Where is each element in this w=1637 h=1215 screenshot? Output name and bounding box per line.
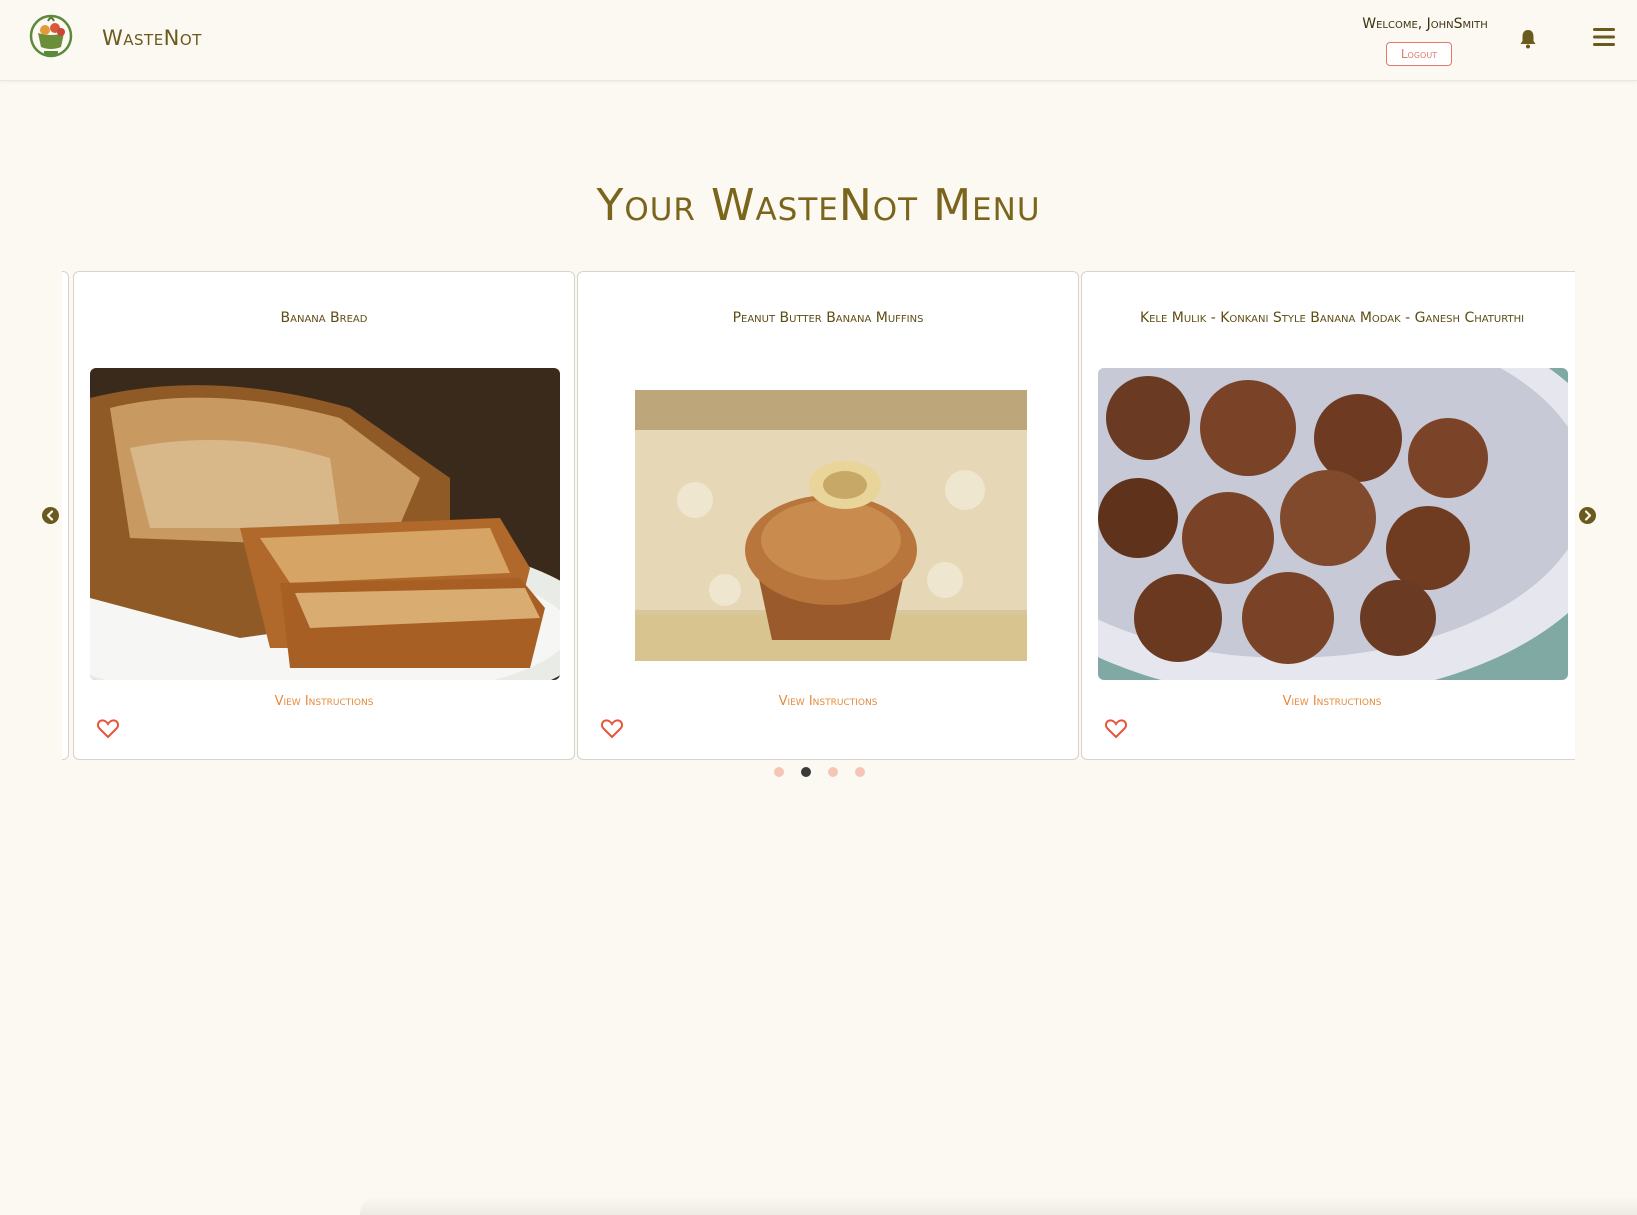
page-title: Your WasteNot Menu <box>596 180 1041 231</box>
recipe-title: Kele Mulik - Konkani Style Banana Modak … <box>1139 310 1525 326</box>
welcome-message: Welcome, JohnSmith <box>1362 16 1488 32</box>
recipe-card-partial <box>62 271 69 760</box>
carousel-indicator-4[interactable] <box>855 767 865 777</box>
banana-muffin-photo <box>635 390 1027 661</box>
chevron-left-circle-icon[interactable] <box>42 507 59 524</box>
brand-name[interactable]: WasteNot <box>102 26 202 50</box>
carousel-indicators <box>770 767 870 779</box>
navbar: WasteNot Welcome, JohnSmith Logout <box>0 0 1637 81</box>
heart-outline-icon[interactable] <box>96 719 120 739</box>
heart-outline-icon[interactable] <box>1104 719 1128 739</box>
bell-icon[interactable] <box>1519 29 1537 49</box>
banana-bread-photo <box>90 368 560 680</box>
chevron-right-circle-icon[interactable] <box>1579 507 1596 524</box>
view-instructions-link[interactable]: View Instructions <box>1082 694 1575 709</box>
bottom-shadow <box>360 1196 1637 1215</box>
recipe-title: Peanut Butter Banana Muffins <box>732 310 924 326</box>
basket-logo-icon[interactable] <box>28 11 74 59</box>
view-instructions-link[interactable]: View Instructions <box>74 694 574 709</box>
view-instructions-link[interactable]: View Instructions <box>578 694 1078 709</box>
hamburger-menu-icon[interactable] <box>1593 26 1615 48</box>
carousel-indicator-3[interactable] <box>828 767 838 777</box>
recipe-card: Peanut Butter Banana Muffins View Instru… <box>577 271 1079 760</box>
logout-button[interactable]: Logout <box>1386 42 1452 66</box>
recipe-card: Kele Mulik - Konkani Style Banana Modak … <box>1081 271 1575 760</box>
heart-outline-icon[interactable] <box>600 719 624 739</box>
carousel-indicator-2[interactable] <box>801 767 811 777</box>
carousel-indicator-1[interactable] <box>774 767 784 777</box>
recipe-title: Banana Bread <box>280 310 368 326</box>
recipe-carousel: Banana Bread View Instructions Peanut Bu… <box>62 271 1575 761</box>
banana-fritters-bowl-photo <box>1098 368 1568 680</box>
recipe-card: Banana Bread View Instructions <box>73 271 575 760</box>
